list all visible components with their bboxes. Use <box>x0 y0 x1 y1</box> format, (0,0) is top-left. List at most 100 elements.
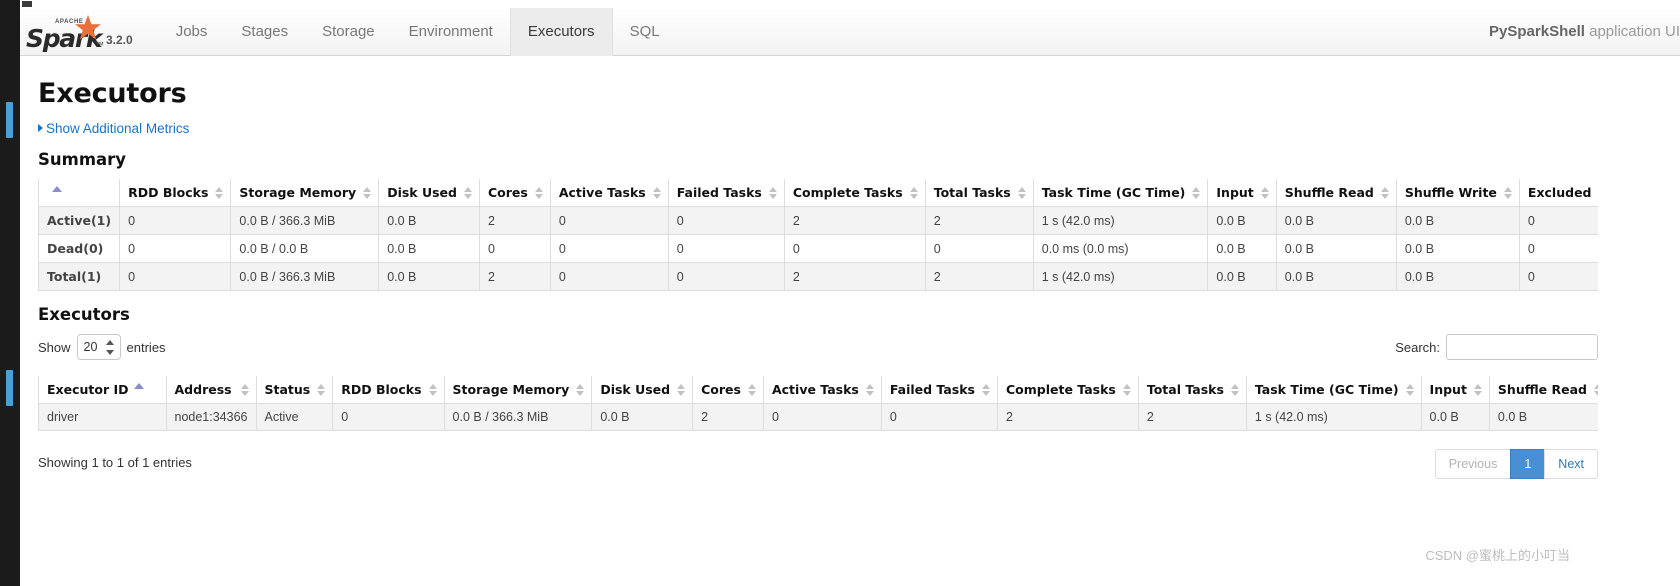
summary-cell-failed-tasks: 0 <box>667 262 785 291</box>
summary-th-storage-memory-text: Storage Memory <box>239 185 357 200</box>
executor-cell-total-tasks: 2 <box>1137 403 1247 431</box>
summary-cell-active-tasks: 0 <box>549 262 669 291</box>
window-top-nub <box>22 1 32 7</box>
summary-th-failed-tasks[interactable]: Failed Tasks <box>667 179 785 207</box>
spark-logo-link[interactable]: APACHE Spark ™ 3.2.0 <box>20 14 133 53</box>
pagination-next[interactable]: Next <box>1544 449 1598 479</box>
summary-cell-failed-tasks: 0 <box>667 234 785 263</box>
nav-item-stages[interactable]: Stages <box>224 8 305 56</box>
summary-cell-task-time: 1 s (42.0 ms) <box>1032 206 1209 235</box>
caret-right-icon <box>38 124 43 132</box>
executors-th-active-tasks[interactable]: Active Tasks <box>762 376 882 404</box>
summary-cell-active-tasks: 0 <box>549 234 669 263</box>
executors-th-failed-tasks[interactable]: Failed Tasks <box>880 376 998 404</box>
summary-cell-cores: 0 <box>478 234 551 263</box>
nav-item-environment[interactable]: Environment <box>392 8 510 56</box>
spark-logo-icon: APACHE Spark ™ <box>26 14 104 53</box>
summary-th-disk-used[interactable]: Disk Used <box>378 179 480 207</box>
summary-th-shuffle-write[interactable]: Shuffle Write <box>1395 179 1520 207</box>
executors-th-input-text: Input <box>1429 382 1467 397</box>
spark-tm-mark: ™ <box>95 39 104 50</box>
executors-th-cores-text: Cores <box>701 382 741 397</box>
executors-th-complete-tasks-text: Complete Tasks <box>1005 382 1116 397</box>
sort-both-icon <box>1594 383 1598 397</box>
summary-th-rdd-blocks[interactable]: RDD Blocks <box>119 179 232 207</box>
summary-cell-task-time: 0.0 ms (0.0 ms) <box>1032 234 1209 263</box>
executors-table-wrap: Executor ID Address Status RDD Blocks St… <box>38 376 1598 431</box>
sort-both-icon <box>317 383 326 397</box>
summary-cell-disk-used: 0.0 B <box>378 206 480 235</box>
sort-both-icon <box>1230 383 1240 397</box>
summary-cell-task-time: 1 s (42.0 ms) <box>1032 262 1209 291</box>
executors-th-cores[interactable]: Cores <box>692 376 764 404</box>
executors-table-body: driver node1:34366 Active 0 0.0 B / 366.… <box>38 403 1598 431</box>
scroll-marker-lower[interactable] <box>6 370 13 406</box>
summary-th-excluded[interactable]: Excluded <box>1518 179 1598 207</box>
summary-th-complete-tasks[interactable]: Complete Tasks <box>783 179 926 207</box>
summary-cell-shuffle-write: 0.0 B <box>1395 262 1520 291</box>
executors-th-complete-tasks[interactable]: Complete Tasks <box>996 376 1139 404</box>
summary-cell-complete-tasks: 2 <box>783 206 926 235</box>
executors-th-status[interactable]: Status <box>255 376 334 404</box>
page-title: Executors <box>38 78 187 109</box>
executors-th-shuffle-read[interactable]: Shuffle Read <box>1488 376 1598 404</box>
nav-item-executors[interactable]: Executors <box>509 7 613 56</box>
executor-cell-input: 0.0 B <box>1420 403 1490 431</box>
search-label: Search: <box>1395 339 1440 355</box>
summary-th-rowlabel[interactable] <box>38 179 121 207</box>
app-title: PySparkShell application UI <box>1489 23 1680 40</box>
executors-th-executor-id[interactable]: Executor ID <box>38 376 167 404</box>
nav-item-jobs[interactable]: Jobs <box>159 8 225 56</box>
summary-table-head: RDD Blocks Storage Memory Disk Used Core… <box>38 179 1598 207</box>
summary-header-row: RDD Blocks Storage Memory Disk Used Core… <box>38 179 1598 207</box>
summary-cell-excluded: 0 <box>1518 262 1598 291</box>
executors-table-head: Executor ID Address Status RDD Blocks St… <box>38 376 1598 404</box>
spinner-updown-icon <box>105 338 115 357</box>
executor-cell-shuffle-read: 0.0 B <box>1488 403 1598 431</box>
summary-th-task-time[interactable]: Task Time (GC Time) <box>1032 179 1209 207</box>
show-additional-metrics-toggle[interactable]: Show Additional Metrics <box>38 121 189 136</box>
sort-both-icon <box>1192 186 1201 200</box>
summary-th-storage-memory[interactable]: Storage Memory <box>230 179 380 207</box>
sort-asc-icon <box>133 383 144 389</box>
summary-th-cores[interactable]: Cores <box>478 179 551 207</box>
executors-th-task-time[interactable]: Task Time (GC Time) <box>1245 376 1422 404</box>
pagination-previous[interactable]: Previous <box>1434 449 1512 479</box>
summary-table-body: Active(1) 0 0.0 B / 366.3 MiB 0.0 B 2 0 … <box>38 206 1598 291</box>
executors-th-rdd-blocks[interactable]: RDD Blocks <box>332 376 445 404</box>
summary-th-excluded-text: Excluded <box>1527 185 1592 200</box>
executors-th-total-tasks[interactable]: Total Tasks <box>1137 376 1247 404</box>
summary-cell-shuffle-read: 0.0 B <box>1275 262 1397 291</box>
nav-item-storage[interactable]: Storage <box>305 8 392 56</box>
executors-th-input[interactable]: Input <box>1420 376 1490 404</box>
table-row: Total(1) 0 0.0 B / 366.3 MiB 0.0 B 2 0 0… <box>38 262 1598 291</box>
summary-th-input[interactable]: Input <box>1207 179 1277 207</box>
sort-both-icon <box>463 186 473 200</box>
executor-cell-status: Active <box>255 403 334 431</box>
executors-th-executor-id-text: Executor ID <box>47 382 129 397</box>
page-length-select[interactable]: 20 <box>76 334 121 360</box>
summary-cell-rdd-blocks: 0 <box>119 262 232 291</box>
summary-th-active-tasks[interactable]: Active Tasks <box>549 179 669 207</box>
watermark: CSDN @蜜桃上的小叮当 <box>1425 548 1570 563</box>
executors-th-address[interactable]: Address <box>165 376 257 404</box>
table-row: Active(1) 0 0.0 B / 366.3 MiB 0.0 B 2 0 … <box>38 206 1598 235</box>
executor-cell-rdd-blocks: 0 <box>332 403 445 431</box>
summary-table: RDD Blocks Storage Memory Disk Used Core… <box>38 179 1598 291</box>
show-additional-metrics-label: Show Additional Metrics <box>46 121 190 136</box>
navbar: APACHE Spark ™ 3.2.0 Jobs Stages Storage… <box>20 7 1680 56</box>
summary-th-total-tasks[interactable]: Total Tasks <box>924 179 1034 207</box>
nav-item-sql[interactable]: SQL <box>613 8 677 56</box>
summary-th-shuffle-write-text: Shuffle Write <box>1404 185 1497 200</box>
page-length-control: Show 20 entries <box>38 334 1598 360</box>
summary-row-label: Active(1) <box>38 206 121 235</box>
scroll-marker-upper[interactable] <box>6 102 13 138</box>
executors-th-disk-used[interactable]: Disk Used <box>591 376 694 404</box>
executors-th-shuffle-read-text: Shuffle Read <box>1497 382 1587 397</box>
search-input[interactable] <box>1446 334 1598 360</box>
spark-version: 3.2.0 <box>106 32 133 47</box>
summary-th-shuffle-read[interactable]: Shuffle Read <box>1275 179 1397 207</box>
sort-both-icon <box>1260 186 1270 200</box>
pagination-page-1[interactable]: 1 <box>1510 449 1546 479</box>
executors-th-storage-memory[interactable]: Storage Memory <box>443 376 593 404</box>
